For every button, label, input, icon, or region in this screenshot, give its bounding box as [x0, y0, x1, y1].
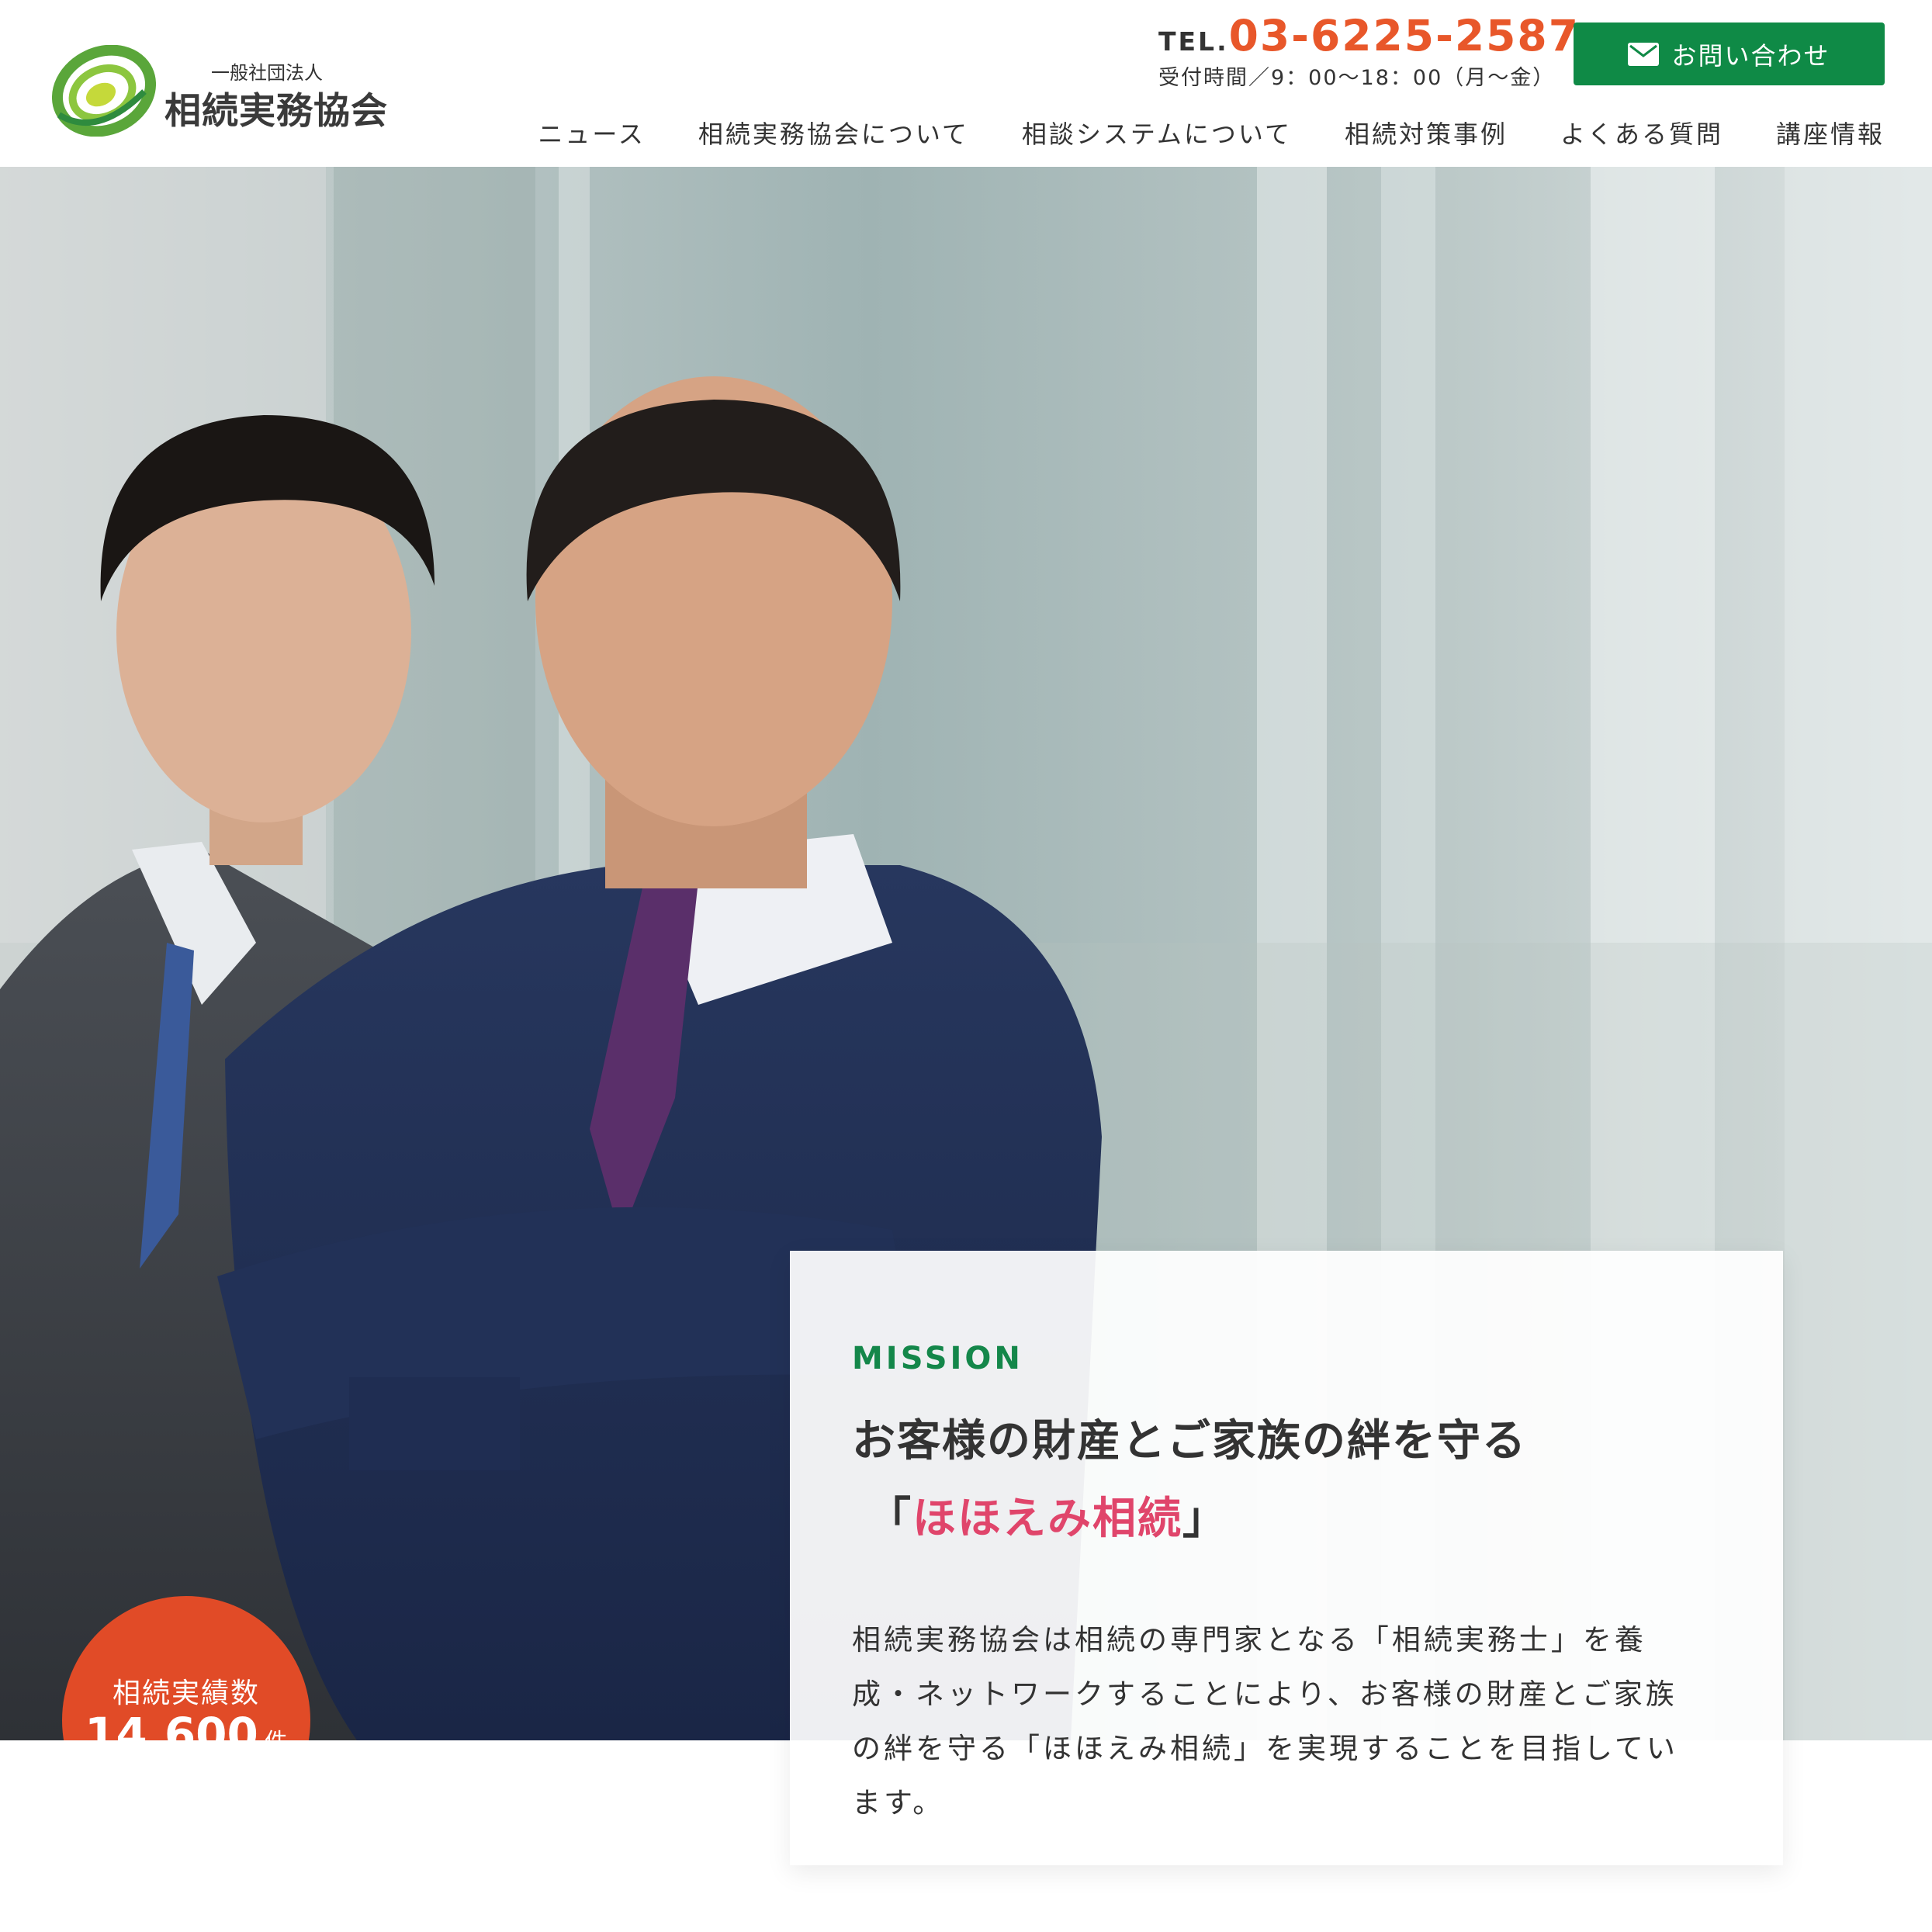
mission-title-line2: 「ほほえみ相続」	[867, 1484, 1227, 1546]
nav-item-case-studies[interactable]: 相続対策事例	[1345, 115, 1508, 151]
tel-number: 03-6225-2587	[1228, 11, 1580, 61]
quote-open: 「	[867, 1494, 912, 1544]
mission-body: 相続実務協会は相続の専門家となる「相続実務士」を養成・ネットワークすることにより…	[852, 1623, 1678, 1819]
nav-item-courses[interactable]: 講座情報	[1776, 115, 1885, 151]
badge-label: 相続実績数	[112, 1678, 260, 1709]
business-hours: 受付時間／9：00〜18：00（月〜金）	[1158, 66, 1556, 90]
mission-highlight: ほほえみ相続	[912, 1494, 1182, 1544]
contact-button-label: お問い合わせ	[1671, 40, 1830, 71]
tel-prefix: TEL.	[1158, 26, 1229, 57]
logo-name: 相続実務協会	[164, 90, 388, 133]
quote-close: 」	[1182, 1494, 1227, 1544]
main-nav: ニュース 相続実務協会について 相談システムについて 相続対策事例 よくある質問…	[538, 115, 1885, 151]
nav-item-about[interactable]: 相続実務協会について	[698, 115, 969, 151]
badge-unit: 件	[265, 1729, 288, 1740]
contact-button[interactable]: お問い合わせ	[1574, 23, 1885, 85]
mission-card: MISSION お客様の財産とご家族の絆を守る 「ほほえみ相続」 相続実務協会は…	[790, 1251, 1783, 1865]
nav-item-news[interactable]: ニュース	[538, 115, 645, 151]
logo-mark-icon	[51, 45, 156, 137]
nav-item-faq[interactable]: よくある質問	[1560, 115, 1723, 151]
mail-icon	[1628, 42, 1660, 66]
nav-item-consultation-system[interactable]: 相談システムについて	[1022, 115, 1292, 151]
badge-count: 14,600 件	[62, 1708, 310, 1740]
site-logo[interactable]: 一般社団法人 相続実務協会	[51, 45, 387, 138]
mission-label: MISSION	[852, 1341, 1023, 1376]
site-header: 一般社団法人 相続実務協会 TEL.03-6225-2587 受付時間／9：00…	[0, 0, 1932, 167]
mission-title-line1: お客様の財産とご家族の絆を守る	[852, 1416, 1527, 1466]
phone-number[interactable]: TEL.03-6225-2587	[1158, 11, 1580, 61]
badge-number: 14,600	[85, 1708, 258, 1740]
